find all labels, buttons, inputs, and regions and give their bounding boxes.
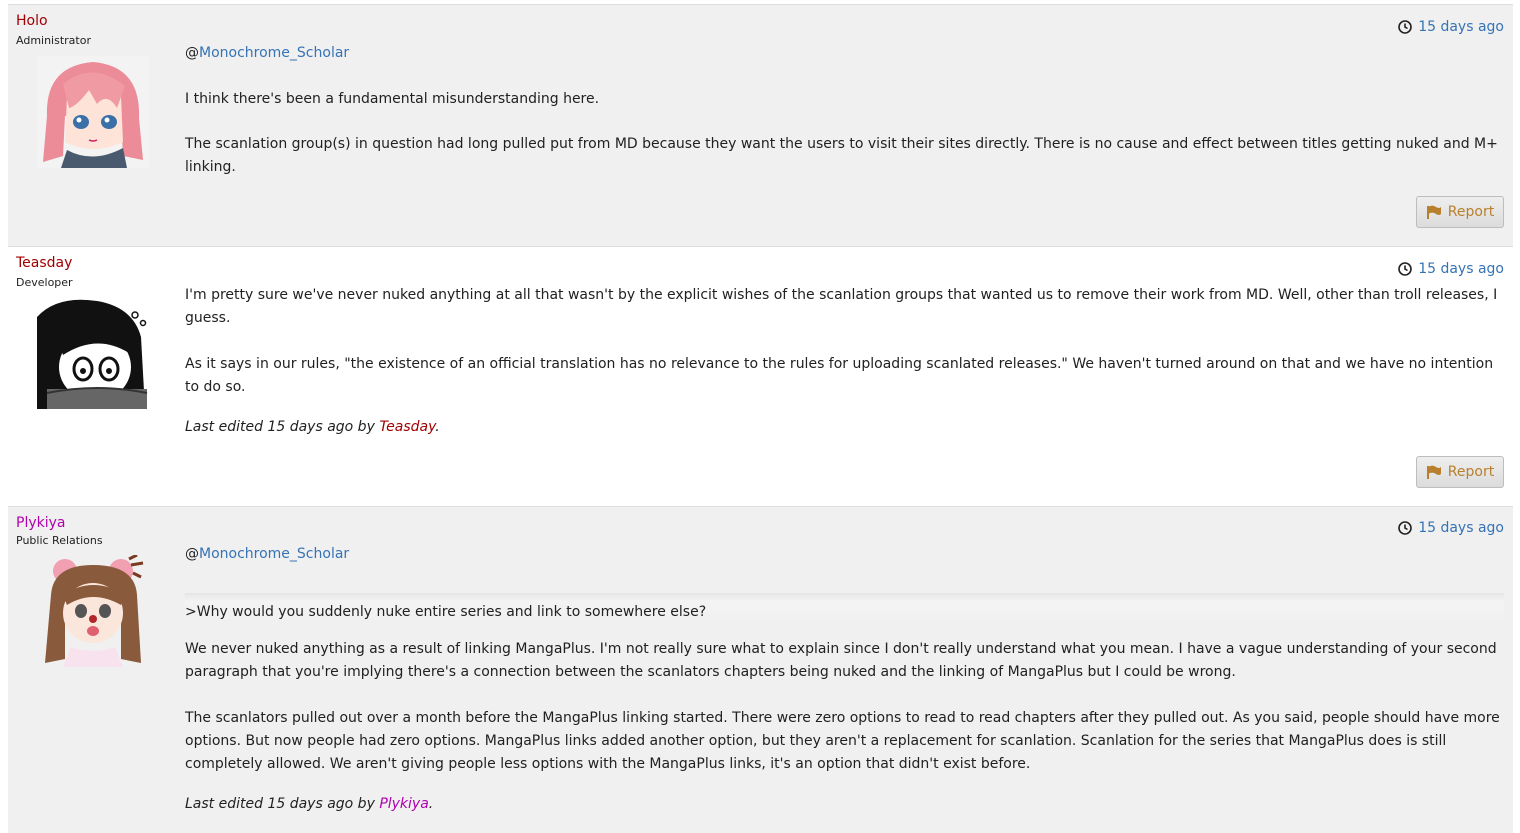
mention-link[interactable]: Monochrome_Scholar — [199, 546, 349, 562]
avatar[interactable] — [37, 297, 149, 409]
flag-icon — [1426, 465, 1441, 479]
last-edited-note: Last edited 15 days ago by Plykiya. — [185, 793, 1504, 816]
clock-icon — [1398, 20, 1413, 34]
forum-post-holo: Holo Administrator 15 days ago @Monochro… — [8, 4, 1513, 247]
post-username[interactable]: Plykiya — [16, 515, 65, 531]
edited-prefix: Last edited 15 days ago by — [185, 419, 380, 435]
forum-post-plykiya: Plykiya Public Relations 15 days ago @Mo… — [8, 506, 1513, 833]
report-label: Report — [1447, 464, 1495, 480]
post-paragraph: I'm pretty sure we've never nuked anythi… — [185, 287, 1498, 326]
clock-icon — [1398, 262, 1413, 276]
post-username[interactable]: Teasday — [16, 255, 72, 271]
report-button[interactable]: Report — [1416, 456, 1504, 488]
post-timestamp[interactable]: 15 days ago — [1398, 261, 1504, 277]
avatar-image — [37, 297, 149, 409]
report-button[interactable]: Report — [1416, 196, 1504, 228]
post-content: I'm pretty sure we've never nuked anythi… — [185, 284, 1504, 439]
post-user-role: Public Relations — [16, 534, 103, 547]
mention-at: @ — [185, 546, 199, 562]
post-paragraph: As it says in our rules, "the existence … — [185, 356, 1494, 395]
mention-link[interactable]: Monochrome_Scholar — [199, 45, 349, 61]
post-paragraph: The scanlators pulled out over a month b… — [185, 710, 1500, 772]
post-paragraph: The scanlation group(s) in question had … — [185, 136, 1498, 175]
timestamp-text: 15 days ago — [1418, 520, 1504, 536]
post-content: @Monochrome_Scholar I think there's been… — [185, 42, 1504, 179]
mention-at: @ — [185, 45, 199, 61]
flag-icon — [1426, 205, 1441, 219]
avatar[interactable] — [41, 553, 145, 667]
last-edited-note: Last edited 15 days ago by Teasday. — [185, 416, 1504, 439]
post-user-role: Administrator — [16, 34, 91, 47]
forum-post-teasday: Teasday Developer 15 days ago I'm pretty… — [8, 246, 1513, 507]
post-user-role: Developer — [16, 276, 73, 289]
edited-prefix: Last edited 15 days ago by — [185, 796, 380, 812]
edited-by-link[interactable]: Plykiya — [379, 796, 428, 812]
edited-suffix: . — [435, 419, 440, 435]
avatar-image — [37, 56, 149, 168]
edited-suffix: . — [428, 796, 434, 812]
post-paragraph: I think there's been a fundamental misun… — [185, 91, 600, 107]
post-timestamp[interactable]: 15 days ago — [1398, 520, 1504, 536]
post-timestamp[interactable]: 15 days ago — [1398, 19, 1504, 35]
avatar-image — [41, 553, 145, 667]
post-paragraph: We never nuked anything as a result of l… — [185, 641, 1497, 680]
report-label: Report — [1447, 204, 1495, 220]
post-username[interactable]: Holo — [16, 13, 48, 29]
clock-icon — [1398, 521, 1413, 535]
timestamp-text: 15 days ago — [1418, 19, 1504, 35]
mention: @Monochrome_Scholar — [185, 543, 1504, 566]
mention: @Monochrome_Scholar — [185, 42, 1504, 65]
quote-block: >Why would you suddenly nuke entire seri… — [185, 593, 1504, 624]
edited-by-link[interactable]: Teasday — [379, 419, 435, 435]
quote-text: >Why would you suddenly nuke entire seri… — [185, 604, 707, 620]
avatar[interactable] — [37, 56, 149, 168]
timestamp-text: 15 days ago — [1418, 261, 1504, 277]
post-content: @Monochrome_Scholar >Why would you sudde… — [185, 543, 1504, 816]
